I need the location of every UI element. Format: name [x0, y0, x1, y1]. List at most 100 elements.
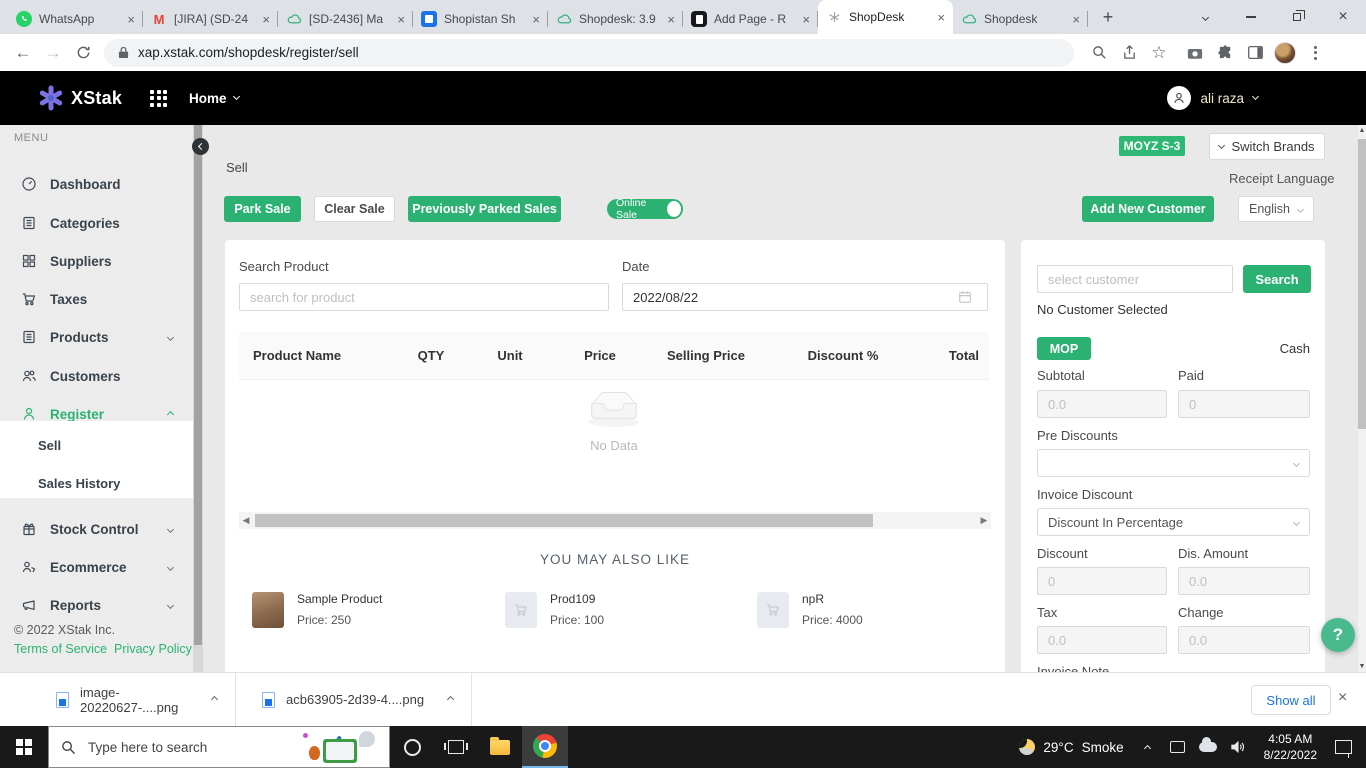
help-button[interactable]: ? [1321, 618, 1355, 652]
sidebar-item-products[interactable]: Products [0, 320, 193, 354]
sidebar-subitem-sell[interactable]: Sell [0, 430, 193, 460]
start-button[interactable] [0, 726, 48, 768]
chevron-up-icon[interactable] [210, 695, 219, 704]
hidden-icons-chevron[interactable] [1134, 726, 1162, 768]
window-close-button[interactable]: × [1320, 0, 1366, 34]
suggestion-card[interactable]: Sample Product Price: 250 [252, 592, 382, 628]
terms-link[interactable]: Terms of Service [14, 642, 107, 656]
home-menu[interactable]: Home [189, 91, 240, 106]
tab-whatsapp[interactable]: WhatsApp × [8, 4, 143, 34]
sidebar-scrollbar[interactable] [193, 125, 203, 672]
horizontal-scrollbar[interactable]: ◀ ▶ [239, 512, 991, 529]
search-product-input[interactable] [239, 283, 609, 311]
action-center-icon[interactable] [1335, 740, 1352, 758]
cortana-button[interactable] [390, 726, 434, 768]
suggestion-card[interactable]: Prod109 Price: 100 [505, 592, 604, 628]
tab-add-page[interactable]: Add Page - R × [683, 4, 818, 34]
taskbar-weather[interactable]: 29°C Smoke [1011, 739, 1131, 755]
tab-shopdesk-39[interactable]: Shopdesk: 3.9 × [548, 4, 683, 34]
downloads-close-icon[interactable]: × [1338, 689, 1347, 707]
privacy-link[interactable]: Privacy Policy [114, 642, 192, 656]
discount-input[interactable] [1037, 567, 1167, 595]
scroll-down-icon[interactable]: ▼ [1358, 663, 1366, 670]
taskbar-clock[interactable]: 4:05 AM 8/22/2022 [1254, 731, 1327, 763]
window-restore-button[interactable] [1274, 0, 1320, 34]
park-sale-button[interactable]: Park Sale [224, 196, 301, 222]
tab-close-icon[interactable]: × [532, 13, 540, 26]
share-icon[interactable] [1114, 38, 1144, 68]
chrome-taskbar-button[interactable] [522, 726, 568, 768]
sidebar-item-dashboard[interactable]: Dashboard [0, 167, 193, 201]
sidebar-item-reports[interactable]: Reports [0, 588, 193, 622]
tab-search-chevron-icon[interactable] [1182, 0, 1228, 34]
dis-amount-input[interactable] [1178, 567, 1310, 595]
refresh-icon[interactable] [68, 38, 98, 68]
tab-jira-mail[interactable]: M [JIRA] (SD-24 × [143, 4, 278, 34]
tab-close-icon[interactable]: × [937, 11, 945, 24]
download-item[interactable]: acb63905-2d39-4....png [236, 672, 472, 727]
sidebar-item-categories[interactable]: Categories [0, 206, 193, 240]
scroll-up-icon[interactable]: ▲ [1358, 127, 1366, 134]
browser-menu-icon[interactable] [1300, 38, 1330, 68]
profile-avatar[interactable] [1270, 38, 1300, 68]
scrollbar-thumb[interactable] [255, 514, 873, 527]
forward-icon[interactable]: → [38, 38, 68, 68]
sidebar-item-ecommerce[interactable]: Ecommerce [0, 550, 193, 584]
extensions-puzzle-icon[interactable] [1210, 38, 1240, 68]
date-input[interactable] [622, 283, 988, 311]
online-sale-toggle[interactable]: Online Sale [607, 197, 683, 221]
chevron-up-icon[interactable] [446, 695, 455, 704]
sidebar-item-stock-control[interactable]: Stock Control [0, 512, 193, 546]
clear-sale-button[interactable]: Clear Sale [314, 196, 395, 222]
onedrive-icon[interactable] [1194, 726, 1222, 768]
bookmark-star-icon[interactable]: ☆ [1144, 38, 1174, 68]
show-all-button[interactable]: Show all [1251, 685, 1331, 715]
side-panel-icon[interactable] [1240, 38, 1270, 68]
pre-discounts-select[interactable] [1037, 449, 1310, 477]
tab-close-icon[interactable]: × [1072, 13, 1080, 26]
suggestion-card[interactable]: npR Price: 4000 [757, 592, 863, 628]
user-menu[interactable]: ali raza [1167, 86, 1260, 110]
back-icon[interactable]: ← [8, 38, 38, 68]
tab-shopdesk-active[interactable]: ShopDesk × [818, 0, 953, 34]
tab-close-icon[interactable]: × [802, 13, 810, 26]
paid-input[interactable] [1178, 390, 1310, 418]
previously-parked-sales-button[interactable]: Previously Parked Sales [408, 196, 561, 222]
page-scrollbar[interactable]: ▲ ▼ [1358, 125, 1366, 672]
download-item[interactable]: image-20220627-....png [0, 672, 236, 727]
subtotal-input[interactable] [1037, 390, 1167, 418]
add-new-customer-button[interactable]: Add New Customer [1082, 196, 1214, 222]
tab-close-icon[interactable]: × [127, 13, 135, 26]
tab-sd2436[interactable]: [SD-2436] Ma × [278, 4, 413, 34]
sidebar-item-customers[interactable]: Customers [0, 359, 193, 393]
sidebar-collapse-button[interactable] [192, 138, 209, 155]
scrollbar-thumb[interactable] [1358, 139, 1366, 429]
tab-close-icon[interactable]: × [262, 13, 270, 26]
task-view-button[interactable] [434, 726, 478, 768]
customer-search-button[interactable]: Search [1243, 265, 1311, 293]
tab-shopistan[interactable]: Shopistan Sh × [413, 4, 548, 34]
app-grid-icon[interactable] [150, 89, 168, 107]
window-minimize-button[interactable] [1228, 0, 1274, 34]
xstak-logo[interactable]: XStak [38, 85, 122, 111]
sidebar-subitem-sales-history[interactable]: Sales History [0, 468, 193, 498]
calendar-icon[interactable] [958, 290, 972, 304]
new-tab-button[interactable]: + [1094, 3, 1122, 31]
tax-input[interactable] [1037, 626, 1167, 654]
url-field[interactable]: xap.xstak.com/shopdesk/register/sell [104, 38, 1074, 67]
invoice-discount-select[interactable]: Discount In Percentage [1037, 508, 1310, 536]
sidebar-item-taxes[interactable]: Taxes [0, 282, 193, 316]
project-screen-icon[interactable] [1164, 726, 1192, 768]
select-customer-input[interactable] [1037, 265, 1233, 293]
mop-badge[interactable]: MOP [1037, 337, 1091, 360]
taskbar-search[interactable]: Type here to search [48, 726, 390, 768]
screenshot-icon[interactable] [1180, 38, 1210, 68]
change-input[interactable] [1178, 626, 1310, 654]
switch-brands-button[interactable]: Switch Brands [1209, 133, 1325, 160]
tab-shopdesk-2[interactable]: Shopdesk × [953, 4, 1088, 34]
zoom-icon[interactable] [1084, 38, 1114, 68]
sidebar-item-suppliers[interactable]: Suppliers [0, 244, 193, 278]
tab-close-icon[interactable]: × [397, 13, 405, 26]
file-explorer-button[interactable] [478, 726, 522, 768]
scroll-right-icon[interactable]: ▶ [977, 515, 991, 526]
